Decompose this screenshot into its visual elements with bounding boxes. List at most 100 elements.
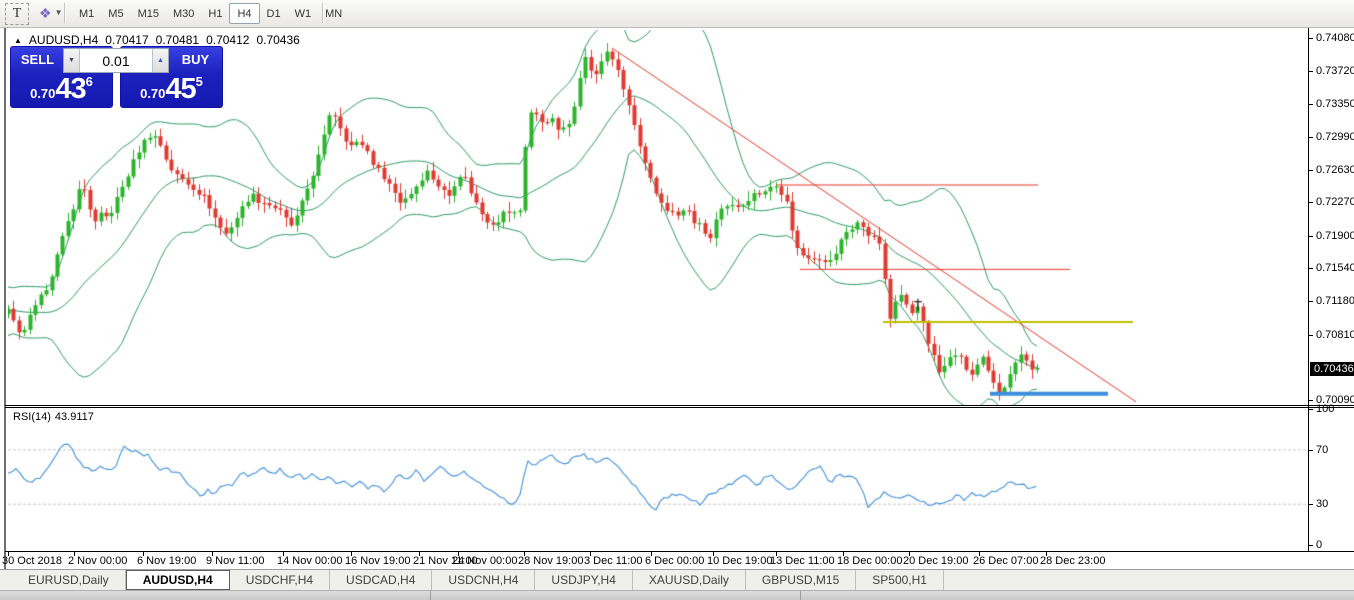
price-axis-tick [1309,104,1313,106]
price-axis-label: 0.74080 [1316,32,1354,44]
status-separator [800,591,801,600]
date-axis-label: 14 Nov 00:00 [277,555,343,567]
price-axis-label: 0.71900 [1316,229,1354,242]
date-axis-tick [212,552,213,556]
tab-AUDUSD,H4[interactable]: AUDUSD,H4 [125,570,230,590]
date-axis-tick [651,552,652,556]
date-axis-tick [590,552,591,556]
rsi-level-label: 100 [1316,403,1335,415]
date-axis-label: 3 Dec 11:00 [584,555,643,567]
ohlc-open: 0.70417 [105,33,149,47]
timeframe-button-H4[interactable]: H4 [229,3,260,24]
tab-USDJPY,H4[interactable]: USDJPY,H4 [535,570,633,590]
time-axis[interactable]: 30 Oct 2018 2 Nov 00:00 6 Nov 19:00 9 Nov 1… [0,552,1354,569]
current-price-tag: 0.70436 [1310,361,1354,376]
date-axis-tick [419,552,420,556]
objects-tool-button[interactable]: ❖ ▼ [35,3,66,23]
date-axis-tick [458,552,459,556]
ohlc-high: 0.70481 [155,33,200,47]
date-axis-label: 6 Nov 19:00 [137,555,197,567]
buy-label: BUY [181,52,210,67]
price-axis-tick [1309,301,1313,303]
date-axis-label: 28 Dec 23:00 [1040,555,1106,567]
timeframe-toolbar: M1 M5 M15 M30 H1 H4 D1 W1 MN [72,3,349,24]
volume-increase-button[interactable]: ▲ [152,49,168,72]
timeframe-button-M30[interactable]: M30 [166,3,201,24]
one-click-trading-panel: SELL 0.70436 BUY 0.70455 ▼ 0.01 ▲ [10,46,223,108]
date-axis-tick [1046,552,1047,556]
price-axis-label: 0.72630 [1316,163,1354,176]
tab-EURUSD,Daily[interactable]: EURUSD,Daily [12,570,126,590]
date-axis-tick [283,552,284,556]
toolbar-separator [322,3,323,23]
rsi-level-label: 70 [1316,443,1329,456]
chart-title: ▲ AUDUSD,H4 0.70417 0.70481 0.70412 0.70… [14,33,300,47]
tab-USDCNH,H4[interactable]: USDCNH,H4 [432,570,536,590]
text-tool-button[interactable]: T [5,3,29,25]
date-axis-label: 30 Oct 2018 [2,555,62,567]
status-bar [0,590,1354,600]
tab-XAUUSD,Daily[interactable]: XAUUSD,Daily [633,570,746,590]
sell-price: 0.70436 [30,73,93,105]
date-axis-tick [524,552,525,556]
tab-SP500,H1[interactable]: SP500,H1 [856,570,944,590]
price-axis-tick [1309,38,1313,39]
rsi-level-tick [1309,545,1313,546]
price-axis-label: 0.73720 [1316,64,1354,77]
date-axis-tick [8,552,9,556]
date-axis-tick [909,552,910,556]
mt4-window: T ❖ ▼ M1 M5 M15 M30 H1 H4 D1 W1 MN ▲ AUDUSD,H4 0… [0,0,1354,600]
objects-icon: ❖ [39,5,52,21]
rsi-level-label: 0 [1316,539,1323,551]
price-axis-tick [1309,169,1313,171]
date-axis-label: 28 Nov 19:00 [518,555,584,567]
price-axis-label: 0.71540 [1316,262,1354,275]
toolbar-separator [64,3,65,23]
price-axis-tick [1309,202,1313,204]
price-axis-tick [1309,334,1313,336]
price-axis[interactable]: 0.74080 0.73720 0.73350 0.72990 0.72630 0.722… [1308,28,1354,552]
panel-splitter[interactable] [5,407,1354,408]
text-tool-icon: T [12,6,22,21]
price-axis-label: 0.73350 [1316,98,1354,111]
dropdown-caret-icon: ▼ [54,8,63,17]
date-axis-label: 6 Dec 00:00 [645,555,705,567]
window-border-left [4,28,6,590]
timeframe-button-D1[interactable]: D1 [260,3,288,24]
date-axis-tick [74,552,75,556]
timeframe-button-M5[interactable]: M5 [101,3,130,24]
toolbar: T ❖ ▼ M1 M5 M15 M30 H1 H4 D1 W1 MN [0,0,1354,28]
date-axis-label: 18 Dec 00:00 [837,555,903,567]
date-axis-label: 24 Nov 00:00 [452,555,518,567]
tab-USDCAD,H4[interactable]: USDCAD,H4 [330,570,433,590]
price-axis-tick [1309,268,1313,270]
collapse-icon[interactable]: ▲ [14,36,22,45]
price-axis-label: 0.72270 [1316,196,1354,209]
rsi-level-tick [1309,449,1313,451]
price-axis-label: 0.71180 [1316,295,1354,308]
date-axis-label: 26 Dec 07:00 [973,555,1039,567]
timeframe-button-M15[interactable]: M15 [131,3,166,24]
rsi-level-label: 30 [1316,498,1329,511]
timeframe-button-H1[interactable]: H1 [201,3,229,24]
panel-splitter[interactable] [5,405,1354,406]
rsi-level-tick [1309,504,1313,506]
price-axis-tick [1309,136,1313,138]
price-axis-tick [1309,400,1313,401]
volume-input[interactable]: 0.01 [80,49,152,72]
tab-GBPUSD,M15[interactable]: GBPUSD,M15 [746,570,857,590]
date-axis-tick [713,552,714,556]
status-separator [430,591,431,600]
rsi-level-tick [1309,409,1313,410]
price-axis-tick [1309,235,1313,237]
date-axis-tick [143,552,144,556]
rsi-chart-canvas[interactable] [8,408,1308,552]
timeframe-button-M1[interactable]: M1 [72,3,101,24]
date-axis-tick [979,552,980,556]
ohlc-low: 0.70412 [206,33,250,47]
tab-USDCHF,H4[interactable]: USDCHF,H4 [230,570,331,590]
volume-decrease-button[interactable]: ▼ [64,49,80,72]
date-axis-tick [351,552,352,556]
price-axis-label: 0.70810 [1316,328,1354,341]
timeframe-button-W1[interactable]: W1 [288,3,319,24]
